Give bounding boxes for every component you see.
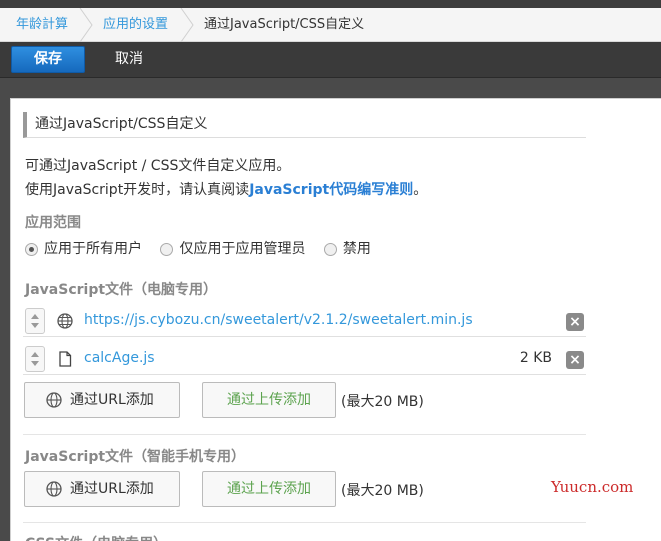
file-link[interactable]: https://js.cybozu.cn/sweetalert/v2.1.2/s…: [84, 312, 473, 328]
file-icon: [59, 351, 72, 367]
radio-unchecked-icon[interactable]: [323, 242, 337, 256]
settings-panel: 通过JavaScript/CSS自定义 可通过JavaScript / CSS文…: [10, 98, 661, 541]
scope-option-admins-only[interactable]: 仅应用于应用管理员: [160, 238, 305, 258]
scope-option-label: 应用于所有用户: [44, 241, 142, 257]
breadcrumb-item-current: 通过JavaScript/CSS自定义: [204, 17, 365, 32]
breadcrumb: 年龄計算 应用的设置 通过JavaScript/CSS自定义: [0, 8, 661, 42]
file-link[interactable]: calcAge.js: [84, 350, 155, 366]
globe-icon: [46, 392, 62, 408]
breadcrumb-item-app-settings[interactable]: 应用的设置: [103, 8, 168, 42]
coding-guidelines-link[interactable]: JavaScript代码编写准则: [249, 182, 413, 198]
section-divider: [23, 434, 586, 435]
top-strip: [0, 0, 661, 8]
add-by-url-label: 通过URL添加: [70, 481, 154, 497]
js-mobile-label: JavaScript文件（智能手机专用）: [25, 449, 246, 465]
add-by-url-button[interactable]: 通过URL添加: [24, 382, 180, 418]
section-title: 通过JavaScript/CSS自定义: [23, 112, 586, 138]
add-by-url-label: 通过URL添加: [70, 392, 154, 408]
section-divider: [23, 522, 586, 523]
file-row: https://js.cybozu.cn/sweetalert/v2.1.2/s…: [23, 305, 586, 337]
max-size-note: (最大20 MB): [341, 394, 424, 410]
upload-button[interactable]: 通过上传添加: [202, 471, 336, 507]
cancel-button[interactable]: 取消: [100, 46, 158, 73]
globe-icon: [57, 313, 73, 329]
description-prefix: 使用JavaScript开发时，请认真阅读: [25, 182, 250, 198]
globe-icon: [46, 481, 62, 497]
reorder-handle[interactable]: [25, 346, 45, 372]
upload-button[interactable]: 通过上传添加: [202, 382, 336, 418]
description-suffix: 。: [413, 182, 428, 198]
remove-file-button[interactable]: ×: [566, 351, 584, 369]
breadcrumb-item-app[interactable]: 年龄計算: [16, 8, 68, 42]
file-size: 2 KB: [519, 350, 552, 366]
scope-label: 应用范围: [25, 215, 81, 231]
js-pc-label: JavaScript文件（电脑专用）: [25, 282, 218, 298]
css-pc-label: CSS文件（电脑专用）: [25, 533, 167, 541]
scope-option-label: 仅应用于应用管理员: [179, 241, 306, 257]
breadcrumb-separator-icon: [180, 8, 194, 42]
radio-checked-icon[interactable]: [25, 242, 38, 256]
scope-option-all-users[interactable]: 应用于所有用户: [25, 238, 142, 258]
remove-file-button[interactable]: ×: [566, 313, 584, 331]
radio-unchecked-icon[interactable]: [160, 242, 174, 256]
description-line-2: 使用JavaScript开发时，请认真阅读JavaScript代码编写准则。: [25, 179, 427, 199]
scope-radio-group: 应用于所有用户 仅应用于应用管理员 禁用: [25, 238, 385, 258]
add-by-url-button[interactable]: 通过URL添加: [24, 471, 180, 507]
reorder-handle[interactable]: [25, 308, 45, 334]
max-size-note: (最大20 MB): [341, 483, 424, 499]
scope-option-disabled[interactable]: 禁用: [323, 238, 371, 258]
action-toolbar: 保存 取消: [0, 42, 661, 78]
description-line-1: 可通过JavaScript / CSS文件自定义应用。: [25, 158, 291, 174]
file-row: calcAge.js 2 KB ×: [23, 343, 586, 375]
watermark-text: Yuucn.com: [551, 478, 634, 496]
breadcrumb-separator-icon: [79, 8, 93, 42]
save-button[interactable]: 保存: [11, 46, 85, 73]
scope-option-label: 禁用: [342, 241, 371, 257]
